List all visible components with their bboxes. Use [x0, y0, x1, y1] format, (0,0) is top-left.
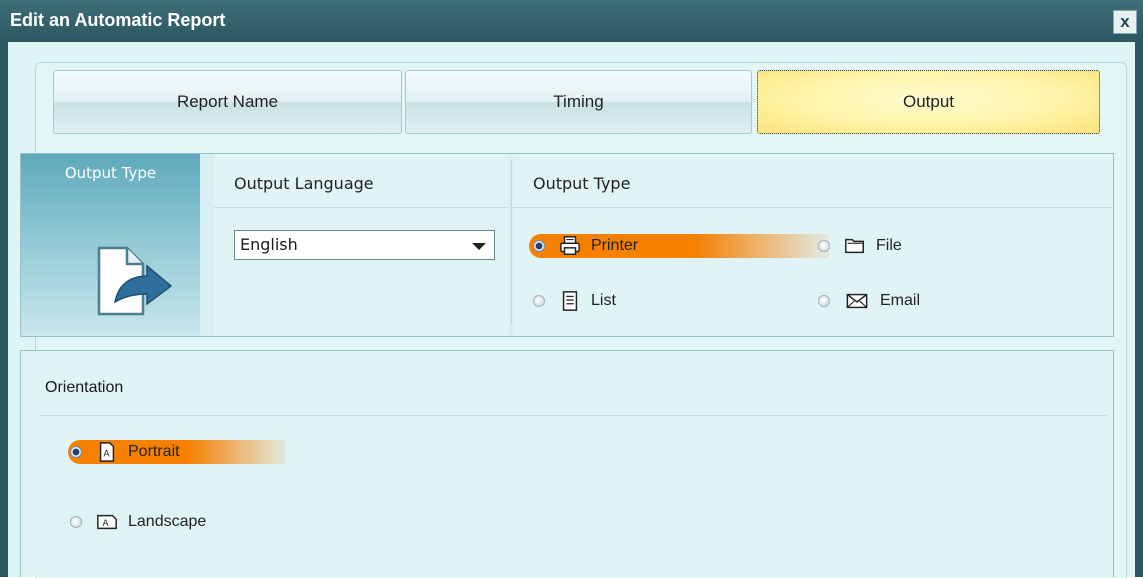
window-border-right [1135, 42, 1143, 577]
output-type-panel: Output Type Printer File List Email [513, 154, 1113, 336]
tab-bar: Report Name Timing Output [53, 70, 1105, 136]
divider [214, 207, 509, 208]
option-label: Printer [591, 237, 639, 254]
radio-button[interactable] [533, 240, 545, 252]
output-language-select[interactable]: English [234, 230, 495, 260]
printer-icon [560, 236, 580, 255]
portrait-page-icon: A [99, 442, 115, 462]
folder-icon [845, 238, 864, 254]
radio-button[interactable] [70, 516, 82, 528]
option-label: List [591, 292, 616, 309]
tab-label: Output [902, 92, 955, 111]
divider [41, 415, 1107, 416]
export-document-icon [97, 246, 173, 316]
output-settings-section: Output Type Output Language English Outp… [20, 153, 1114, 337]
output-type-printer[interactable]: Printer [533, 232, 638, 260]
radio-button[interactable] [533, 295, 545, 307]
radio-button[interactable] [70, 446, 82, 458]
tile-label: Output Type [64, 164, 157, 182]
output-language-panel: Output Language English [214, 154, 509, 336]
output-type-file[interactable]: File [818, 232, 902, 260]
select-value: English [240, 235, 298, 254]
close-button[interactable]: x [1113, 10, 1137, 34]
option-label: Email [880, 292, 921, 309]
radio-button[interactable] [818, 295, 830, 307]
tab-timing[interactable]: Timing [405, 70, 752, 134]
title-bar[interactable]: Edit an Automatic Report x [0, 0, 1143, 42]
output-type-list[interactable]: List [533, 287, 616, 315]
vertical-divider [511, 160, 512, 324]
svg-text:A: A [103, 449, 110, 460]
option-label: Landscape [128, 513, 207, 530]
output-type-heading: Output Type [533, 174, 631, 193]
radio-button[interactable] [818, 240, 830, 252]
option-label: File [876, 237, 902, 254]
output-language-heading: Output Language [234, 174, 374, 193]
svg-text:A: A [102, 518, 109, 529]
landscape-page-icon: A [97, 514, 117, 530]
output-type-email[interactable]: Email [818, 287, 920, 315]
envelope-icon [846, 293, 868, 309]
orientation-portrait[interactable]: A Portrait [70, 438, 180, 466]
tab-report-name[interactable]: Report Name [53, 70, 402, 134]
window-border-left [0, 42, 8, 577]
window-title: Edit an Automatic Report [10, 10, 226, 30]
option-label: Portrait [128, 443, 180, 460]
tab-label: Report Name [176, 92, 279, 111]
output-type-tile: Output Type [21, 154, 200, 336]
orientation-landscape[interactable]: A Landscape [70, 508, 206, 536]
divider [513, 207, 1111, 208]
list-icon [562, 291, 578, 311]
tab-label: Timing [553, 92, 604, 111]
report-dialog: Edit an Automatic Report x Report Name T… [0, 0, 1143, 578]
orientation-heading: Orientation [45, 379, 124, 396]
tab-output[interactable]: Output [757, 70, 1100, 134]
chevron-down-icon[interactable] [472, 243, 486, 250]
